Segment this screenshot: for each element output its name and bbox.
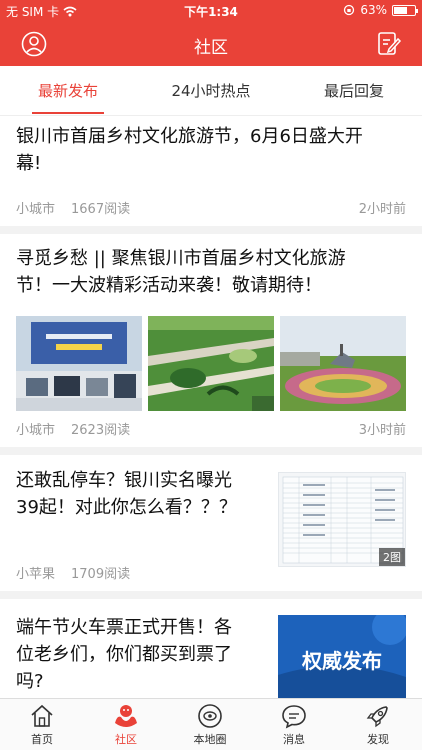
post-reads: 2623阅读 <box>71 423 131 438</box>
tab-label: 本地圈 <box>193 733 227 746</box>
tab-label: 首页 <box>31 733 53 746</box>
post-title: 端午节火车票正式开售！各 位老乡们，你们都买到票了 吗? <box>16 614 271 695</box>
tab-discover[interactable]: 发现 <box>336 703 420 747</box>
home-icon <box>31 704 53 727</box>
tab-messages[interactable]: 消息 <box>252 703 336 747</box>
rice-field-image <box>148 316 274 411</box>
active-tab-indicator <box>32 112 104 114</box>
post-title: 寻觅乡愁 || 聚焦银川市首届乡村文化旅游 节！一大波精彩活动来袭！敬请期待！ <box>16 245 411 299</box>
battery-fill <box>394 6 407 14</box>
battery-group: 63% <box>343 3 418 17</box>
post-author: 小城市 <box>16 423 56 438</box>
post-author: 小苹果 <box>16 567 56 582</box>
feed-divider <box>0 447 422 455</box>
compose-post-icon[interactable] <box>376 31 402 57</box>
post-title: 还敢乱停车？银川实名曝光 39起！对此你怎么看？？？ <box>16 467 271 521</box>
tab-local-circle[interactable]: 本地圈 <box>168 703 252 747</box>
tab-24h-hot[interactable]: 24小时热点 <box>164 80 258 101</box>
tab-latest[interactable]: 最新发布 <box>32 80 104 101</box>
post-reads: 1667阅读 <box>71 202 131 217</box>
community-icon <box>115 705 137 727</box>
post-title-line: 端午节火车票正式开售！各 <box>16 617 232 638</box>
post-title-line: 位老乡们，你们都买到票了 <box>16 644 232 665</box>
post-title-line: 节！一大波精彩活动来袭！敬请期待！ <box>16 275 322 296</box>
local-circle-icon <box>198 704 222 728</box>
battery-icon <box>392 4 418 16</box>
tab-label: 社区 <box>115 733 137 746</box>
tab-label: 发现 <box>367 733 389 746</box>
page-title: 社区 <box>194 38 228 58</box>
tab-community[interactable]: 社区 <box>84 703 168 747</box>
status-bar: 无 SIM 卡 下午1:34 63% <box>0 0 422 22</box>
post-title-line: 39起！对此你怎么看？？？ <box>16 497 237 518</box>
nav-bar: 社区 <box>0 22 422 66</box>
post-image-rice-field-art[interactable] <box>148 316 274 411</box>
orientation-lock-icon <box>344 4 355 16</box>
feed-divider <box>0 226 422 234</box>
tab-home[interactable]: 首页 <box>0 703 84 747</box>
post-reads: 1709阅读 <box>71 567 131 582</box>
post-title: 银川市首届乡村文化旅游节，6月6日盛大开 幕! <box>16 123 411 177</box>
banner-text: 权威发布 <box>302 649 382 673</box>
post-time: 2小时前 <box>358 202 406 217</box>
post-title-line: 银川市首届乡村文化旅游节，6月6日盛大开 <box>16 126 363 147</box>
post-image-press-conference[interactable] <box>16 316 142 411</box>
tab-label: 消息 <box>283 733 305 746</box>
message-icon <box>282 705 306 729</box>
post-time: 3小时前 <box>358 423 406 438</box>
battery-percent: 63% <box>360 3 387 17</box>
post-author: 小城市 <box>16 202 56 217</box>
post-title-line: 吗? <box>16 671 44 692</box>
feed-divider <box>0 591 422 599</box>
press-conference-image <box>16 316 142 411</box>
post-image-document-table[interactable]: 2图 <box>278 472 406 567</box>
feed-tabs: 最新发布 24小时热点 最后回复 <box>0 66 422 116</box>
post-title-line: 寻觅乡愁 || 聚焦银川市首届乡村文化旅游 <box>16 248 346 269</box>
post-image-sculpture-garden[interactable] <box>280 316 406 411</box>
sculpture-garden-image <box>280 316 406 411</box>
bottom-tab-bar: 首页 社区 本地圈 消息 发现 <box>0 698 422 750</box>
post-title-line: 幕! <box>16 153 42 174</box>
image-count-badge: 2图 <box>379 548 405 566</box>
post-image-authority-release[interactable]: 权威发布 <box>278 615 406 698</box>
post-title-line: 还敢乱停车？银川实名曝光 <box>16 470 232 491</box>
post-feed[interactable]: 银川市首届乡村文化旅游节，6月6日盛大开 幕! 小城市 1667阅读 2小时前 … <box>0 117 422 698</box>
discover-rocket-icon <box>366 706 388 728</box>
tab-last-reply[interactable]: 最后回复 <box>318 80 390 101</box>
